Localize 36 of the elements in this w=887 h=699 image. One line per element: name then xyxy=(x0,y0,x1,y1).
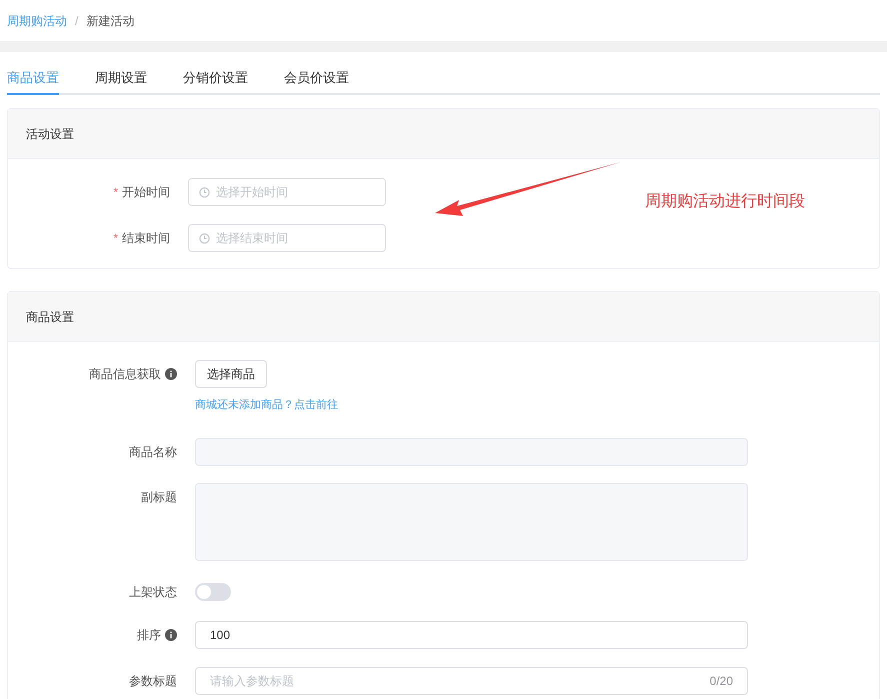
field-label: 参数标题 xyxy=(129,672,177,690)
required-mark: * xyxy=(113,230,118,247)
section-title: 商品设置 xyxy=(26,308,74,326)
tab[interactable]: 会员价设置 xyxy=(284,63,349,95)
tab[interactable]: 周期设置 xyxy=(95,63,147,95)
info-icon xyxy=(165,368,177,380)
tab[interactable]: 分销价设置 xyxy=(183,63,248,95)
status-switch[interactable] xyxy=(195,582,231,600)
tab[interactable]: 商品设置 xyxy=(7,63,59,95)
breadcrumb-current: 新建活动 xyxy=(86,12,134,30)
info-icon xyxy=(165,628,177,640)
field-label: 上架状态 xyxy=(129,584,177,600)
breadcrumb-separator: / xyxy=(75,12,78,30)
field-label: 排序 xyxy=(137,626,161,644)
char-counter: 0/20 xyxy=(710,672,733,690)
field-label: 商品名称 xyxy=(129,444,177,460)
field-label: 副标题 xyxy=(141,488,177,506)
field-label: 开始时间 xyxy=(122,184,170,201)
date-picker-field[interactable]: 选择开始时间 xyxy=(188,178,386,206)
field-placeholder: 选择开始时间 xyxy=(216,184,288,201)
required-mark: * xyxy=(113,184,118,201)
clock-icon xyxy=(199,186,210,198)
select-product-button[interactable]: 选择商品 xyxy=(195,360,267,388)
go-to-store-link[interactable]: 商城还未添加商品？点击前往 xyxy=(195,397,338,414)
breadcrumb-link[interactable]: 周期购活动 xyxy=(7,12,67,30)
date-picker-field[interactable]: 选择结束时间 xyxy=(188,224,386,252)
field-placeholder: 选择结束时间 xyxy=(216,230,288,247)
section-title: 活动设置 xyxy=(26,126,74,142)
clock-icon xyxy=(199,232,210,244)
annotation-text: 周期购活动进行时间段 xyxy=(645,192,805,212)
field-value: 100 xyxy=(210,626,230,644)
text-field[interactable]: 请输入参数标题 0/20 xyxy=(195,666,748,694)
field-label: 商品信息获取 xyxy=(89,366,161,383)
text-field[interactable]: 100 xyxy=(195,620,748,648)
field-label: 结束时间 xyxy=(122,230,170,247)
field-placeholder: 请输入参数标题 xyxy=(210,672,294,690)
